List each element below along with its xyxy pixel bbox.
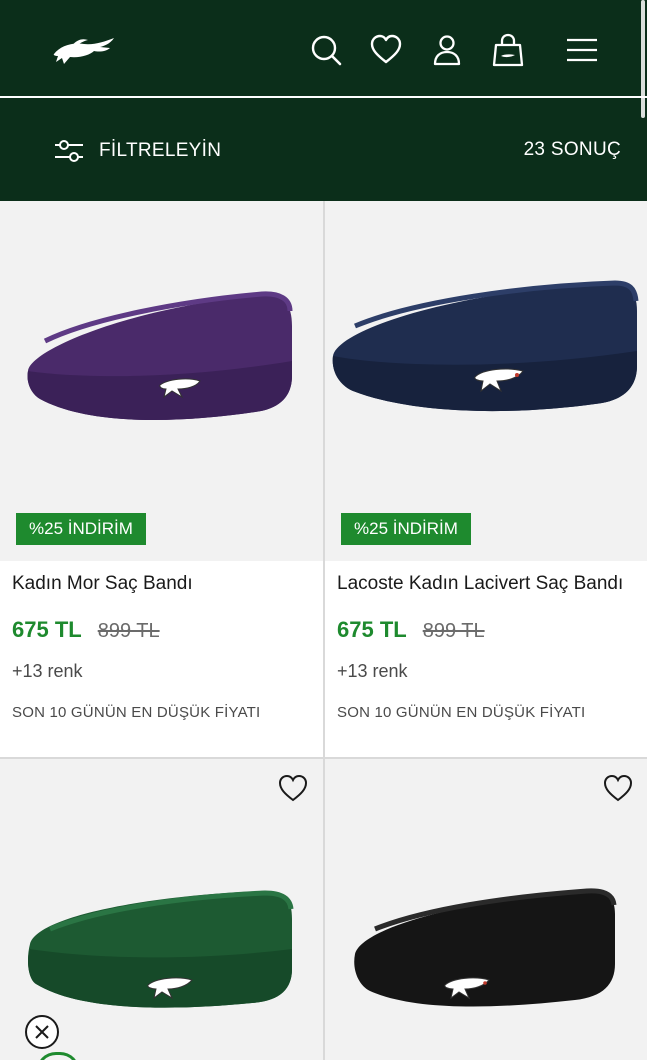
product-card[interactable] (325, 759, 647, 1060)
search-icon[interactable] (308, 32, 344, 68)
product-image[interactable]: %25 İNDİRİM (0, 201, 323, 561)
close-icon[interactable] (25, 1015, 59, 1049)
filter-label: FİLTRELEYİN (99, 140, 222, 161)
discount-badge: %25 İNDİRİM (341, 513, 471, 545)
shopping-bag-icon[interactable] (490, 32, 526, 68)
color-count[interactable]: +13 renk (12, 661, 83, 682)
lowest-price-note: SON 10 GÜNÜN EN DÜŞÜK FİYATI (12, 704, 261, 721)
product-image[interactable]: %25 İNDİRİM (325, 201, 647, 561)
wishlist-heart-icon[interactable] (277, 773, 309, 803)
current-price: 675 TL (12, 617, 82, 642)
old-price: 899 TL (422, 620, 485, 642)
heart-icon[interactable] (368, 32, 404, 68)
product-title[interactable]: Lacoste Kadın Lacivert Saç Bandı (337, 573, 623, 595)
site-header: FİLTRELEYİN 23 SONUÇ (0, 0, 647, 201)
price-row: 675 TL 899 TL (337, 617, 485, 643)
top-navigation-bar (0, 0, 647, 98)
filter-button[interactable]: FİLTRELEYİN (54, 136, 221, 166)
filter-bar: FİLTRELEYİN 23 SONUÇ (0, 100, 647, 201)
product-image[interactable] (325, 759, 647, 1060)
current-price: 675 TL (337, 617, 407, 642)
product-image[interactable] (0, 759, 323, 1060)
user-icon[interactable] (429, 32, 465, 68)
grid-divider-vertical (323, 201, 325, 1060)
old-price: 899 TL (97, 620, 160, 642)
product-card[interactable]: %25 İNDİRİM Kadın Mor Saç Bandı 675 TL 8… (0, 201, 323, 757)
price-row: 675 TL 899 TL (12, 617, 160, 643)
product-card[interactable]: %25 İNDİRİM Lacoste Kadın Lacivert Saç B… (325, 201, 647, 757)
lacoste-crocodile-logo[interactable] (50, 28, 120, 72)
product-card[interactable] (0, 759, 323, 1060)
grid-divider-horizontal (0, 757, 647, 759)
color-count[interactable]: +13 renk (337, 661, 408, 682)
wishlist-heart-icon[interactable] (602, 773, 634, 803)
filter-sliders-icon (55, 140, 83, 162)
product-title[interactable]: Kadın Mor Saç Bandı (12, 573, 193, 595)
hamburger-menu-icon[interactable] (564, 32, 600, 68)
lowest-price-note: SON 10 GÜNÜN EN DÜŞÜK FİYATI (337, 704, 586, 721)
result-count: 23 SONUÇ (523, 139, 621, 160)
discount-badge: %25 İNDİRİM (16, 513, 146, 545)
